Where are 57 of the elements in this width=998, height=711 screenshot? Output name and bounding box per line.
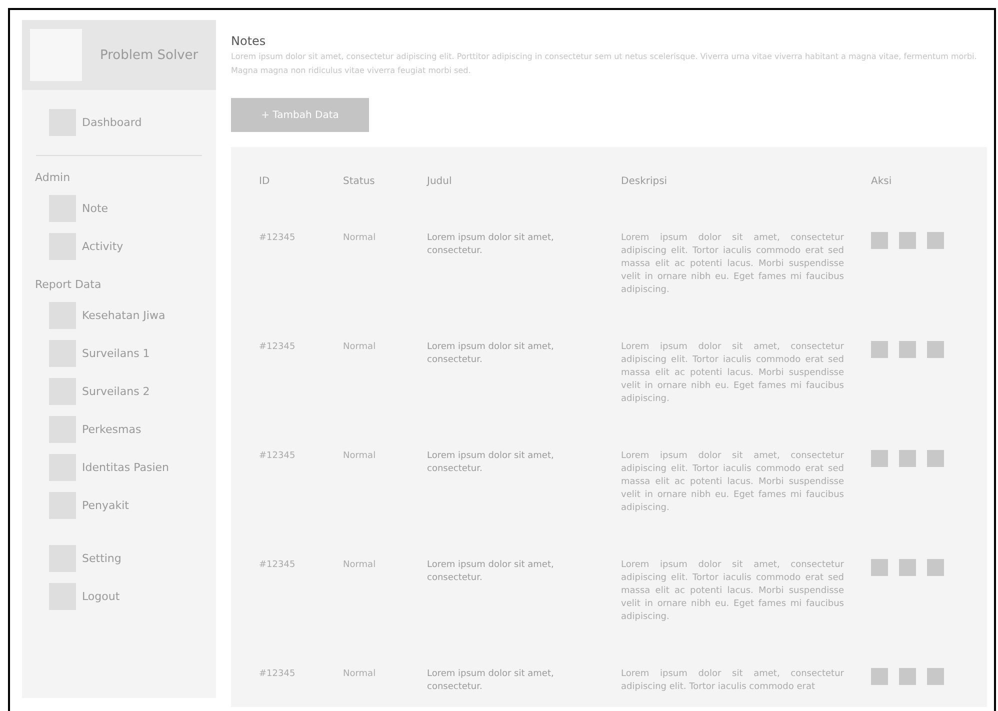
sidebar-item[interactable]: Surveilans 2 — [35, 378, 216, 405]
sidebar-item[interactable]: Logout — [35, 583, 216, 610]
action-icon[interactable] — [899, 232, 916, 249]
column-header: Aksi — [871, 175, 892, 188]
table-cell: Lorem ipsum dolor sit amet, consectetur adipiscing elit. Tortor iaculis commodo erat sed massa elit ac potenti lacus. Morbi suspendisse velit in ornare nibh eu. Eget fames mi faucibus adipiscing. — [621, 232, 844, 297]
column-header: Status — [343, 175, 376, 188]
table-cell-text: Lorem ipsum dolor sit amet, consectetur. — [427, 232, 555, 258]
action-icon[interactable] — [871, 450, 888, 467]
table-cell-text: Normal — [343, 668, 377, 681]
page-title: Notes — [231, 34, 267, 48]
action-icon[interactable] — [899, 450, 916, 467]
section-heading: Admin — [34, 171, 72, 184]
app-name: Problem Solver — [100, 48, 198, 62]
sidebar-item[interactable]: Kesehatan Jiwa — [35, 302, 216, 329]
table-cell-text: #12345 — [259, 341, 296, 354]
action-icon[interactable] — [927, 559, 944, 576]
action-icon[interactable] — [871, 668, 888, 685]
table-cell: Lorem ipsum dolor sit amet, consectetur adipiscing elit. Tortor iaculis commodo erat sed massa elit ac potenti lacus. Morbi suspendisse velit in ornare nibh eu. Eget fames mi faucibus adipiscing. — [621, 559, 844, 624]
column-header: ID — [259, 175, 271, 188]
action-icon[interactable] — [899, 559, 916, 576]
action-icon[interactable] — [899, 668, 916, 685]
action-icon[interactable] — [871, 232, 888, 249]
table-cell-text: Normal — [343, 341, 377, 354]
sidebar-item[interactable]: Activity — [35, 233, 216, 260]
table-cell-text: #12345 — [259, 559, 296, 572]
table-cell-text: Lorem ipsum dolor sit amet, consectetur. — [427, 450, 555, 476]
sidebar-item[interactable]: Setting — [35, 545, 216, 572]
sidebar-item[interactable]: Penyakit — [35, 492, 216, 519]
table-cell-text: Normal — [343, 232, 377, 245]
page-description: Lorem ipsum dolor sit amet, consectetur adipiscing elit. Porttitor adipiscing in consectetur sem ut netus scelerisque. Viverra urna vitae viverra habitant a magna vitae, fermentum morbi. Magna magna non ridiculus vitae viverra feugiat morbi sed. — [231, 51, 978, 77]
sidebar-item[interactable]: Surveilans 1 — [35, 340, 216, 367]
table-cell-text: Lorem ipsum dolor sit amet, consectetur. — [427, 559, 555, 585]
table-cell: Lorem ipsum dolor sit amet, consectetur adipiscing elit. Tortor iaculis commodo erat sed massa elit ac potenti lacus. Morbi suspendisse velit in ornare nibh eu. Eget fames mi faucibus adipiscing. — [621, 450, 844, 515]
add-data-button[interactable]: + Tambah Data — [231, 98, 369, 132]
table-cell-text: Lorem ipsum dolor sit amet, consectetur. — [427, 668, 555, 694]
section-heading: Report Data — [34, 278, 102, 291]
action-icon[interactable] — [927, 668, 944, 685]
column-header: Judul — [427, 175, 453, 188]
table-cell-text: Normal — [343, 559, 377, 572]
action-icon[interactable] — [871, 559, 888, 576]
table-cell-text: #12345 — [259, 232, 296, 245]
action-icon[interactable] — [871, 341, 888, 358]
column-header: Deskripsi — [621, 175, 668, 188]
action-icon[interactable] — [899, 341, 916, 358]
table-cell-text: Normal — [343, 450, 377, 463]
action-icon[interactable] — [927, 341, 944, 358]
sidebar-item[interactable]: Perkesmas — [35, 416, 216, 443]
sidebar-item[interactable]: Identitas Pasien — [35, 454, 216, 481]
table-cell-text: Lorem ipsum dolor sit amet, consectetur. — [427, 341, 555, 367]
sidebar-item[interactable]: Note — [35, 195, 216, 222]
table-cell-text: #12345 — [259, 450, 296, 463]
sidebar-item[interactable]: Dashboard — [35, 109, 216, 136]
action-icon[interactable] — [927, 232, 944, 249]
table-cell: Lorem ipsum dolor sit amet, consectetur adipiscing elit. Tortor iaculis commodo erat sed massa elit ac potenti lacus. Morbi suspendisse velit in ornare nibh eu. Eget fames mi faucibus adipiscing. — [621, 341, 844, 406]
action-icon[interactable] — [927, 450, 944, 467]
table-cell-text: #12345 — [259, 668, 296, 681]
table-cell: Lorem ipsum dolor sit amet, consectetur adipiscing elit. Tortor iaculis commodo erat — [621, 668, 844, 694]
